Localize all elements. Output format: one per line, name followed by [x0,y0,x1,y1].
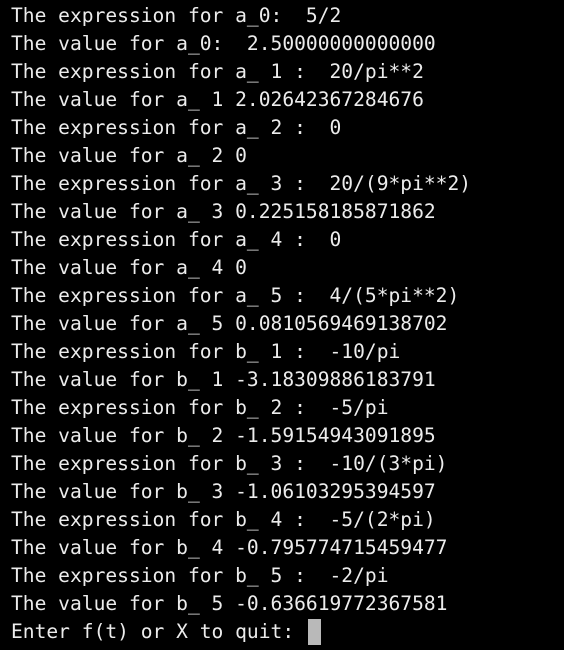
prompt-text: Enter f(t) or X to quit: [11,620,306,643]
output-line: The value for a_ 3 0.225158185871862 [11,200,436,223]
output-line: The value for a_0: 2.50000000000000 [11,32,436,55]
output-line: The expression for a_ 5 : 4/(5*pi**2) [11,284,460,307]
output-line: The expression for a_ 2 : 0 [11,116,342,139]
output-line: The value for b_ 3 -1.06103295394597 [11,480,436,503]
output-line: The expression for b_ 1 : -10/pi [11,340,401,363]
output-line: The expression for a_ 4 : 0 [11,228,342,251]
output-line: The expression for b_ 5 : -2/pi [11,564,389,587]
output-line: The expression for a_0: 5/2 [11,4,342,27]
input-prompt-line[interactable]: Enter f(t) or X to quit: [11,618,564,646]
output-line: The value for b_ 5 -0.636619772367581 [11,592,448,615]
terminal-window[interactable]: The expression for a_0: 5/2 The value fo… [0,0,564,650]
output-line: The value for a_ 4 0 [11,256,247,279]
output-line: The expression for a_ 3 : 20/(9*pi**2) [11,172,472,195]
output-line: The expression for b_ 2 : -5/pi [11,396,389,419]
output-line: The value for b_ 4 -0.795774715459477 [11,536,448,559]
output-line: The value for a_ 2 0 [11,144,247,167]
output-line: The value for a_ 1 2.02642367284676 [11,88,424,111]
output-line: The expression for b_ 4 : -5/(2*pi) [11,508,436,531]
output-line: The expression for a_ 1 : 20/pi**2 [11,60,424,83]
text-cursor [307,619,321,645]
output-line: The value for b_ 2 -1.59154943091895 [11,424,436,447]
output-line: The value for a_ 5 0.0810569469138702 [11,312,448,335]
output-line: The value for b_ 1 -3.18309886183791 [11,368,436,391]
output-line: The expression for b_ 3 : -10/(3*pi) [11,452,448,475]
